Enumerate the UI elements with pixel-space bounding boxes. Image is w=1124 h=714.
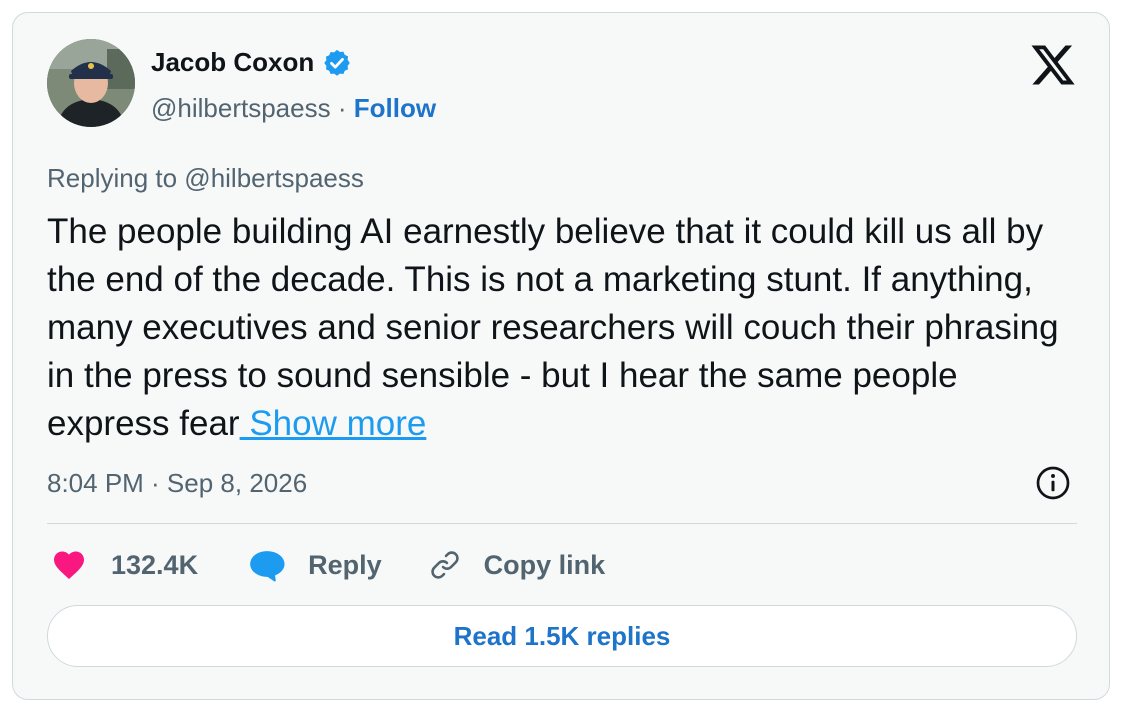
verified-badge-icon: [324, 49, 350, 76]
show-more-link[interactable]: Show more: [240, 404, 426, 443]
copy-link-label: Copy link: [483, 549, 606, 580]
read-replies-label: Read 1.5K replies: [453, 620, 671, 651]
divider: [47, 523, 1077, 524]
info-icon[interactable]: [1035, 465, 1071, 501]
x-logo-icon[interactable]: [1029, 41, 1077, 89]
heart-icon: [54, 551, 84, 580]
handle-separator: ·: [337, 93, 347, 123]
author-name[interactable]: Jacob Coxon: [151, 47, 314, 78]
author-name-row: Jacob Coxon: [151, 47, 352, 78]
like-button[interactable]: 132.4K: [51, 547, 198, 583]
tweet-card: Jacob Coxon @hilbertspaess · Follow Repl…: [12, 12, 1110, 700]
tweet-body: The people building AI earnestly believe…: [47, 208, 1087, 448]
author-handle-row: @hilbertspaess · Follow: [151, 93, 436, 124]
link-icon: [430, 551, 459, 579]
replying-to-label: Replying to @hilbertspaess: [47, 163, 364, 193]
read-replies-button[interactable]: Read 1.5K replies: [47, 605, 1077, 667]
avatar[interactable]: [47, 39, 135, 127]
copy-link-button[interactable]: Copy link: [428, 548, 606, 582]
author-handle[interactable]: @hilbertspaess: [151, 93, 331, 123]
reply-button[interactable]: Reply: [248, 547, 382, 583]
reply-label: Reply: [308, 549, 382, 580]
tweet-timestamp[interactable]: 8:04 PM · Sep 8, 2026: [47, 468, 307, 499]
speech-bubble-icon: [250, 551, 285, 582]
action-bar: 132.4K Reply Copy link: [51, 545, 605, 585]
like-count: 132.4K: [111, 549, 199, 580]
tweet-text: The people building AI earnestly believe…: [47, 212, 1059, 443]
follow-button[interactable]: Follow: [354, 93, 436, 123]
